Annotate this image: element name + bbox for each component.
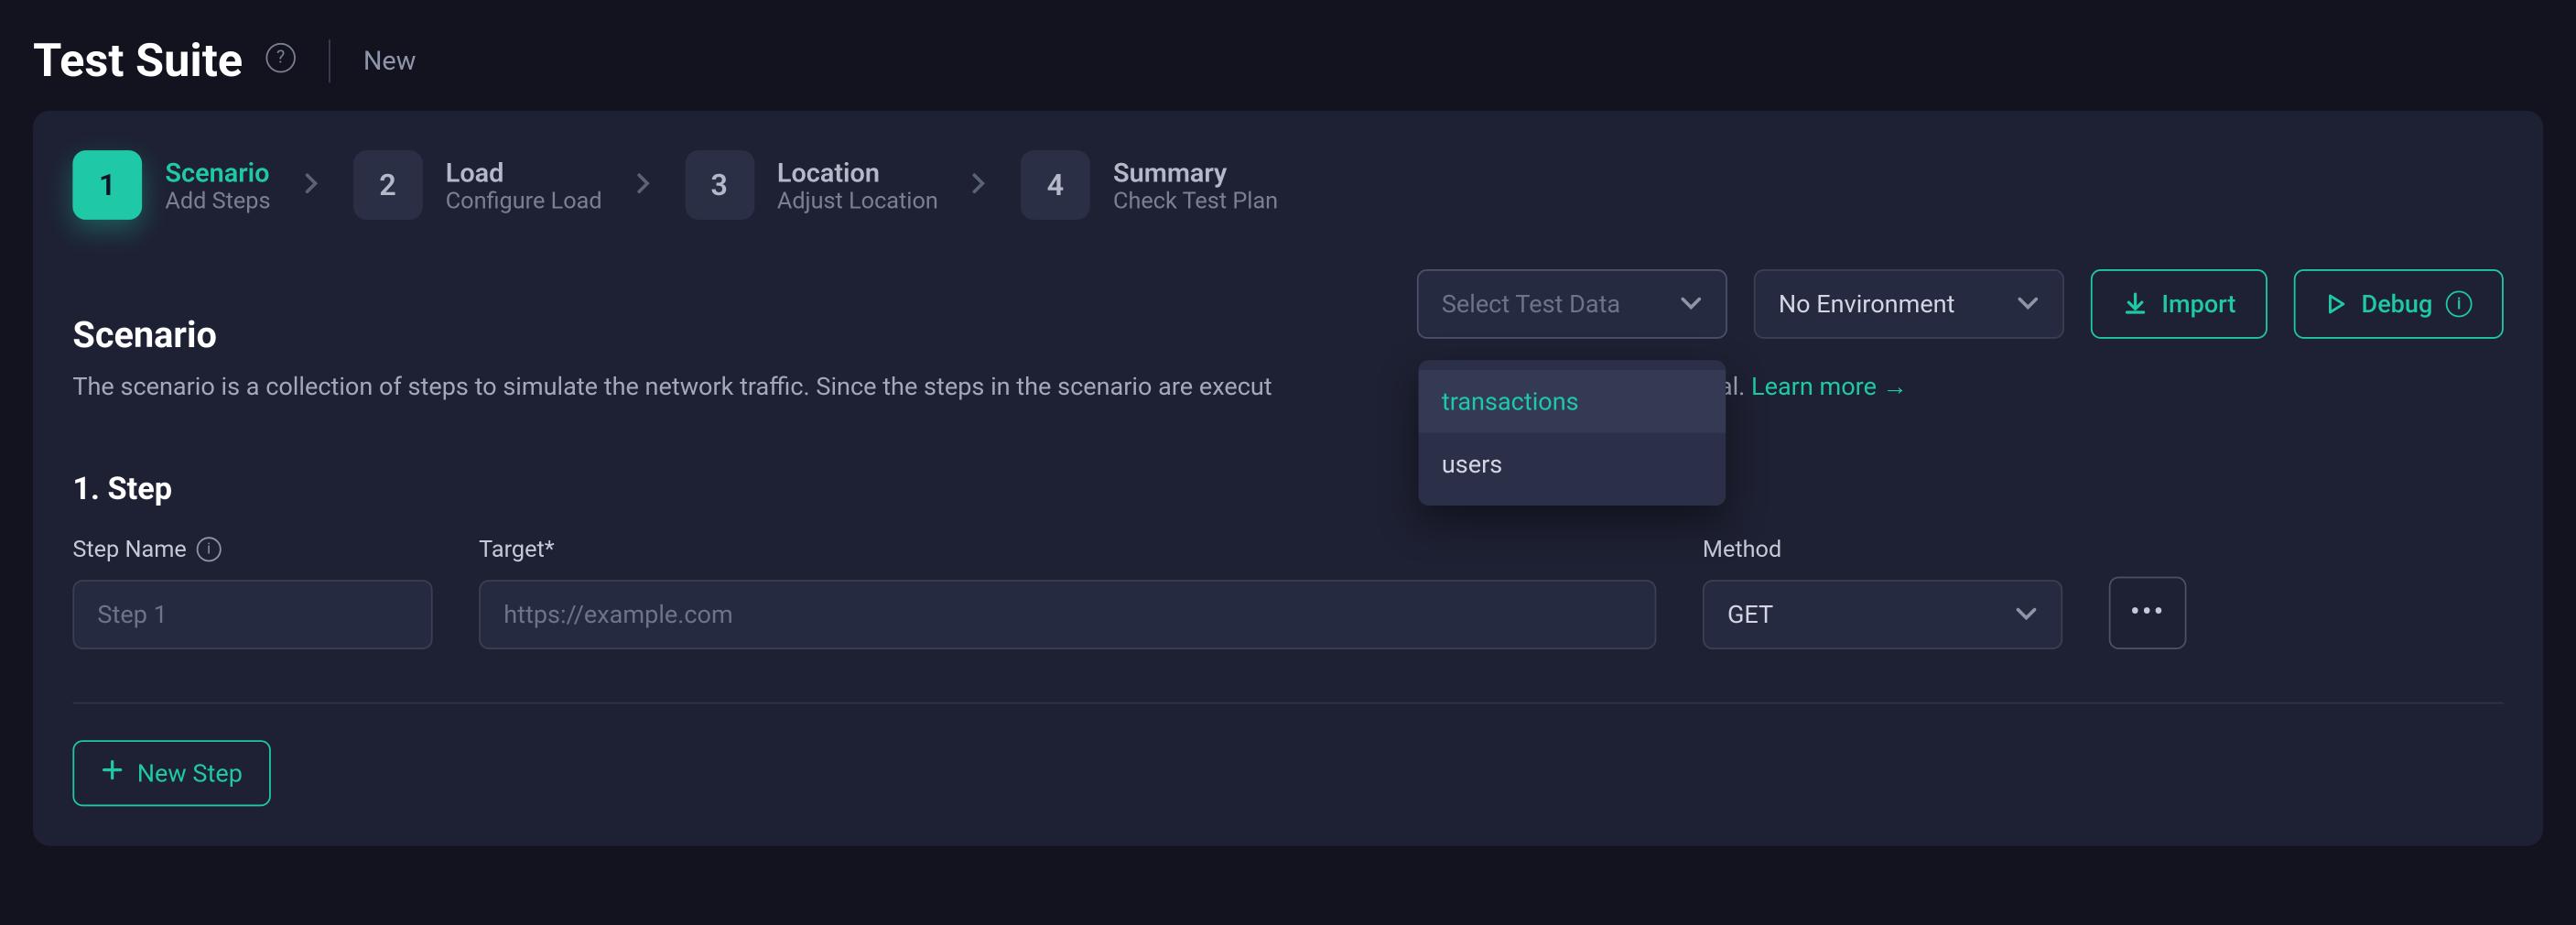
- dropdown-option-users[interactable]: users: [1419, 433, 1726, 496]
- new-step-label: New Step: [137, 758, 243, 788]
- info-icon: i: [2446, 291, 2473, 318]
- test-data-placeholder: Select Test Data: [1442, 289, 1620, 319]
- divider: [329, 38, 330, 82]
- learn-more-link[interactable]: Learn more →: [1751, 372, 1908, 401]
- page-title: Test Suite: [33, 33, 243, 88]
- step-title: Location: [777, 156, 938, 187]
- method-label: Method: [1703, 537, 2062, 563]
- new-step-button[interactable]: New Step: [72, 740, 270, 806]
- plus-icon: [101, 758, 124, 788]
- divider: [72, 702, 2503, 703]
- test-data-dropdown: transactions users: [1419, 360, 1726, 506]
- target-field: Target*: [479, 537, 1656, 649]
- main-panel: 1 Scenario Add Steps 2 Load Configure Lo…: [33, 111, 2543, 845]
- method-value: GET: [1727, 599, 1773, 628]
- play-icon: [2325, 292, 2348, 315]
- step-title: Scenario: [165, 156, 270, 187]
- debug-label: Debug: [2362, 289, 2433, 319]
- chevron-down-icon: [2017, 296, 2040, 312]
- import-button[interactable]: Import: [2091, 269, 2268, 339]
- step-number: 2: [353, 150, 423, 220]
- ellipsis-icon: •••: [2130, 595, 2165, 630]
- step-name-input[interactable]: [72, 580, 432, 649]
- method-field: Method GET: [1703, 537, 2062, 649]
- chevron-down-icon: [2015, 606, 2038, 623]
- step-number: 1: [72, 150, 142, 220]
- info-icon[interactable]: i: [197, 538, 222, 562]
- environment-select[interactable]: No Environment: [1754, 269, 2064, 339]
- help-icon[interactable]: ?: [265, 42, 295, 71]
- step-subtitle: Add Steps: [165, 188, 270, 214]
- wizard-stepper: 1 Scenario Add Steps 2 Load Configure Lo…: [72, 150, 2503, 220]
- page-header: Test Suite ? New: [0, 0, 2576, 111]
- step-more-button[interactable]: •••: [2109, 576, 2187, 648]
- step-summary[interactable]: 4 Summary Check Test Plan: [1021, 150, 1278, 220]
- step-title: Load: [446, 156, 602, 187]
- step-1-row: Step Name i Target* Method GET: [72, 537, 2503, 649]
- target-label: Target*: [479, 537, 1656, 563]
- scenario-description: The scenario is a collection of steps to…: [72, 370, 2503, 406]
- new-link[interactable]: New: [363, 45, 417, 76]
- environment-value: No Environment: [1779, 289, 1955, 319]
- step-title: Summary: [1113, 156, 1278, 187]
- method-select[interactable]: GET: [1703, 580, 2062, 649]
- test-data-select[interactable]: Select Test Data transactions users: [1417, 269, 1727, 339]
- step-subtitle: Adjust Location: [777, 188, 938, 214]
- chevron-right-icon: [619, 169, 668, 201]
- step-scenario[interactable]: 1 Scenario Add Steps: [72, 150, 270, 220]
- step-load[interactable]: 2 Load Configure Load: [353, 150, 602, 220]
- step-subtitle: Check Test Plan: [1113, 188, 1278, 214]
- step-subtitle: Configure Load: [446, 188, 602, 214]
- step-location[interactable]: 3 Location Adjust Location: [685, 150, 938, 220]
- target-input[interactable]: [479, 580, 1656, 649]
- step-name-field: Step Name i: [72, 537, 432, 649]
- dropdown-option-transactions[interactable]: transactions: [1419, 370, 1726, 433]
- debug-button[interactable]: Debug i: [2294, 269, 2504, 339]
- step-number: 3: [685, 150, 754, 220]
- scenario-section: Scenario The scenario is a collection of…: [72, 316, 2503, 806]
- chevron-right-icon: [955, 169, 1004, 201]
- chevron-down-icon: [1680, 296, 1703, 312]
- download-icon: [2122, 291, 2148, 318]
- scenario-toolbar: Select Test Data transactions users No E…: [1417, 269, 2504, 339]
- step-number: 4: [1021, 150, 1090, 220]
- chevron-right-icon: [287, 169, 337, 201]
- step-1-heading: 1. Step: [72, 469, 2503, 506]
- step-name-label: Step Name: [72, 537, 186, 563]
- import-label: Import: [2161, 289, 2235, 319]
